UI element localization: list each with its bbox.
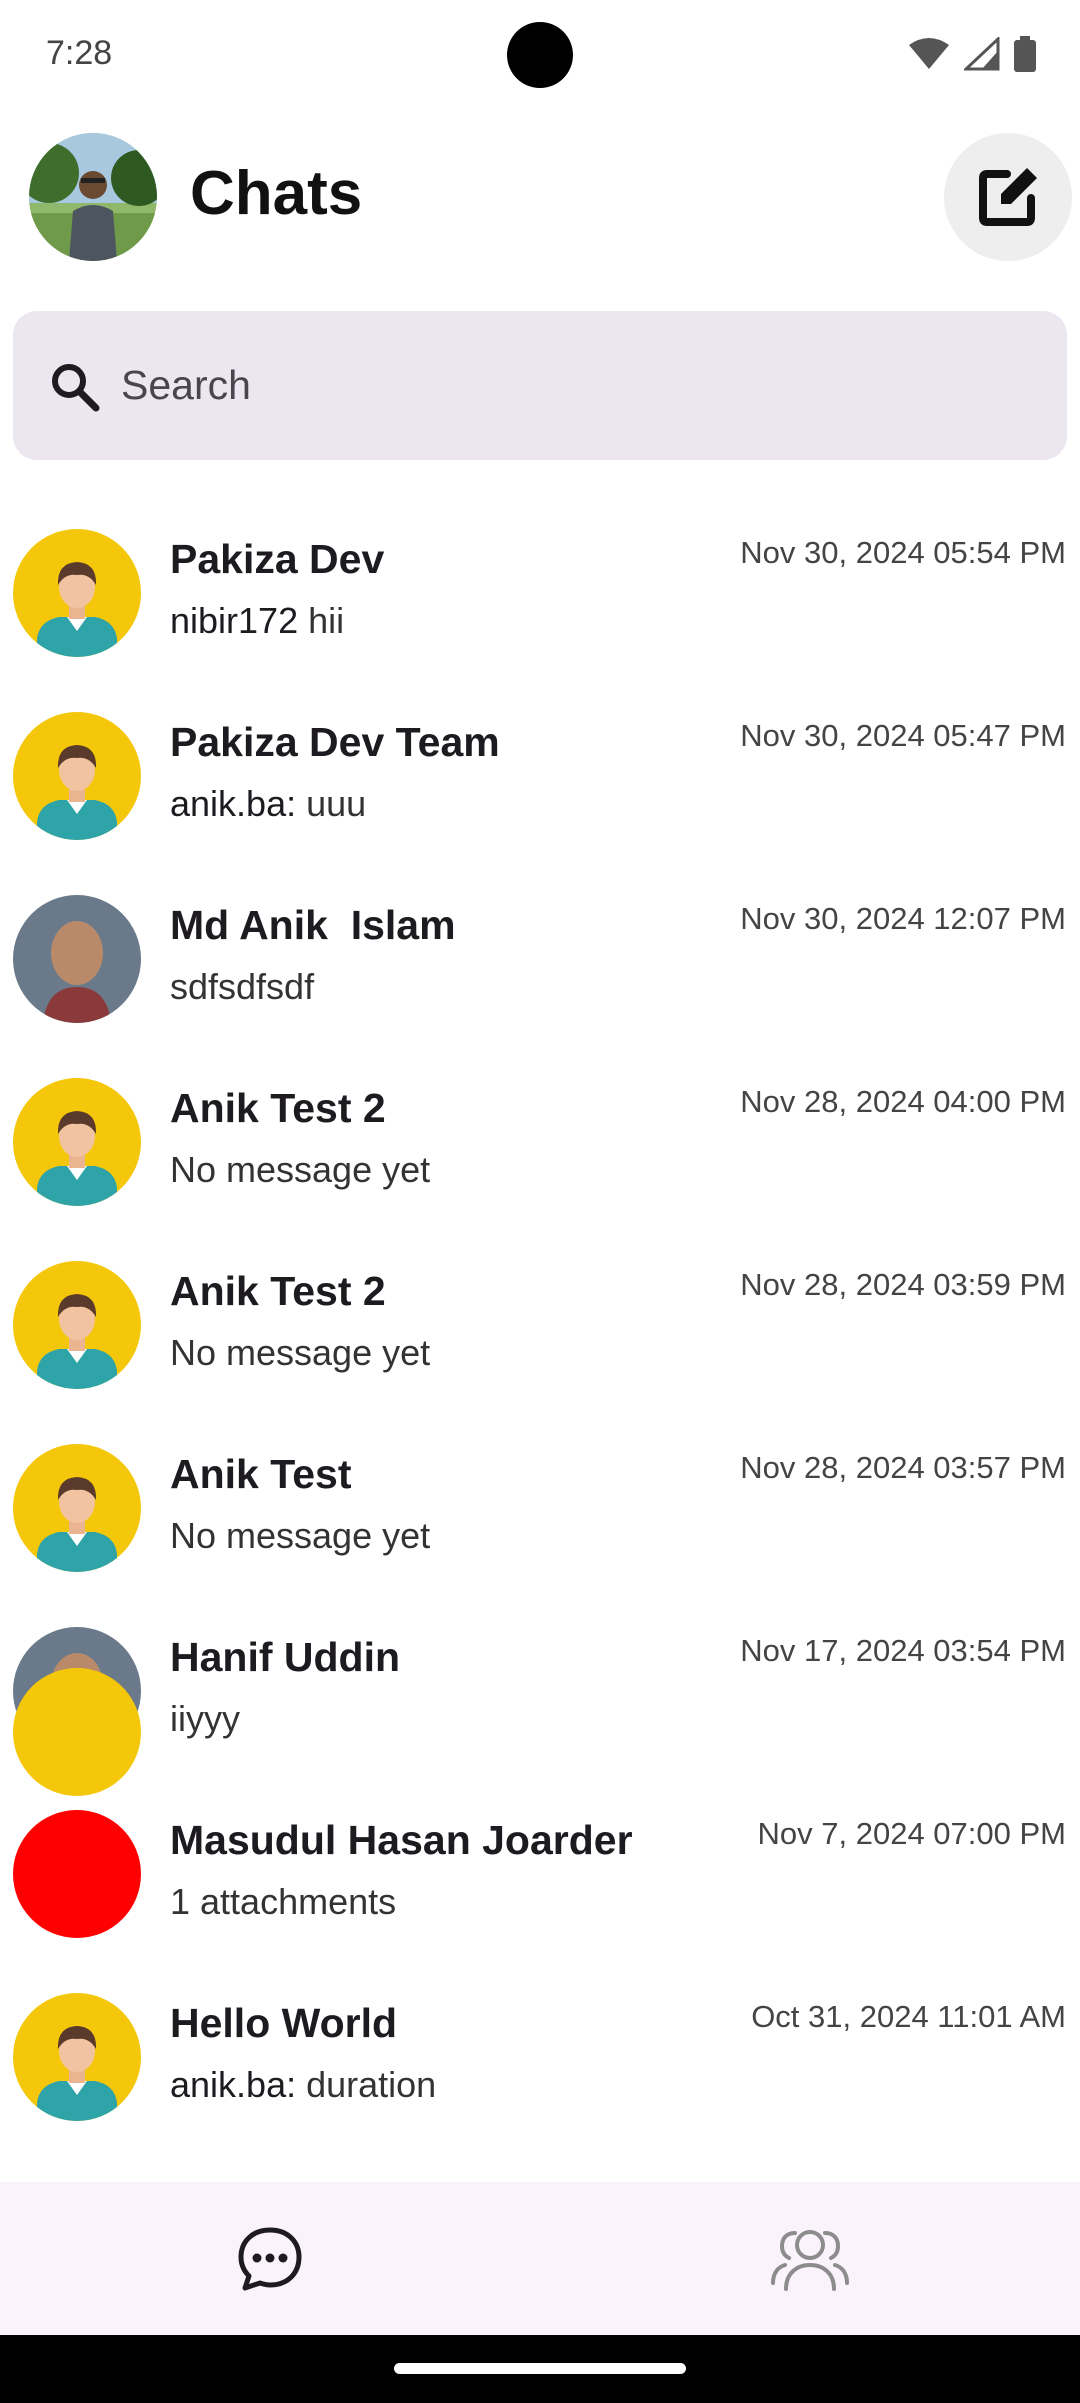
chat-name: Pakiza Dev xyxy=(170,536,385,582)
chat-list-item[interactable]: Anik Test 2 Nov 28, 2024 03:59 PM No messa… xyxy=(0,1242,1080,1425)
chat-name: Md Anik Islam xyxy=(170,902,456,948)
page-title: Chats xyxy=(190,159,363,228)
chat-timestamp: Nov 17, 2024 03:54 PM xyxy=(740,1633,1066,1668)
message-text: sdfsdfsdf xyxy=(170,966,315,1007)
message-sender: anik.ba: xyxy=(170,783,297,824)
status-bar: 7:28 xyxy=(0,0,1080,110)
message-text: uuu xyxy=(306,783,367,824)
message-text: hii xyxy=(308,600,345,641)
avatar xyxy=(13,895,141,1023)
compose-button[interactable] xyxy=(944,133,1072,261)
nav-chats[interactable] xyxy=(0,2182,540,2335)
default-avatar-image xyxy=(13,1444,141,1572)
default-avatar-image xyxy=(13,712,141,840)
chat-timestamp: Nov 30, 2024 12:07 PM xyxy=(740,901,1066,936)
message-text: No message yet xyxy=(170,1515,431,1556)
chat-timestamp: Nov 28, 2024 04:00 PM xyxy=(740,1084,1066,1119)
chat-timestamp: Nov 7, 2024 07:00 PM xyxy=(757,1816,1066,1851)
chat-timestamp: Nov 30, 2024 05:47 PM xyxy=(740,718,1066,753)
chat-list-item[interactable]: Pakiza Dev Team Nov 30, 2024 05:47 PM anik… xyxy=(0,693,1080,876)
chat-last-message: anik.ba: uuu xyxy=(170,783,366,825)
chat-name: Hello World xyxy=(170,2000,398,2046)
status-time: 7:28 xyxy=(46,34,113,72)
chat-list-item[interactable]: Anik Test 2 Nov 28, 2024 04:00 PM No messa… xyxy=(0,1059,1080,1242)
avatar xyxy=(13,529,141,657)
status-icons xyxy=(908,36,1036,72)
chat-name: Anik Test 2 xyxy=(170,1268,386,1314)
chat-list-item[interactable]: Masudul Hasan Joarder Nov 7, 2024 07:00 P… xyxy=(0,1791,1080,1974)
edit-icon xyxy=(979,168,1037,226)
message-text: 1 attachments xyxy=(170,1881,397,1922)
chat-name: Pakiza Dev Team xyxy=(170,719,500,765)
chat-list-item[interactable]: Hello World Oct 31, 2024 11:01 AM anik.ba:… xyxy=(0,1974,1080,2157)
default-avatar-image xyxy=(13,1993,141,2121)
chat-name: Masudul Hasan Joarder xyxy=(170,1817,633,1863)
battery-icon xyxy=(1014,36,1036,72)
message-text: iiyyy xyxy=(170,1698,240,1739)
nav-people[interactable] xyxy=(540,2182,1080,2335)
default-avatar-image xyxy=(13,1261,141,1389)
message-text: duration xyxy=(306,2064,437,2105)
chat-name: Hanif Uddin xyxy=(170,1634,401,1680)
avatar xyxy=(13,712,141,840)
chat-list-item[interactable]: Md Anik Islam Nov 30, 2024 12:07 PM sdfsdf… xyxy=(0,876,1080,1059)
avatar xyxy=(13,1668,141,1796)
chat-last-message: 1 attachments xyxy=(170,1881,396,1923)
profile-avatar[interactable] xyxy=(29,133,157,261)
search-icon xyxy=(52,364,100,412)
chat-last-message: nibir172 hii xyxy=(170,600,344,642)
photo-avatar-image xyxy=(13,895,141,1023)
chat-name: Anik Test 2 xyxy=(170,1085,386,1131)
app-header: Chats xyxy=(0,130,1080,265)
chat-timestamp: Oct 31, 2024 11:01 AM xyxy=(751,1999,1066,2034)
avatar xyxy=(13,1810,141,1938)
search-bar[interactable] xyxy=(13,311,1067,460)
message-text: No message yet xyxy=(170,1332,431,1373)
default-avatar-image xyxy=(13,529,141,657)
avatar xyxy=(13,1993,141,2121)
avatar xyxy=(13,1444,141,1572)
avatar xyxy=(13,1261,141,1389)
chat-last-message: No message yet xyxy=(170,1149,430,1191)
chat-last-message: anik.ba: duration xyxy=(170,2064,436,2106)
search-input[interactable] xyxy=(121,311,1021,460)
chat-list-item[interactable]: Pakiza Dev Nov 30, 2024 05:54 PM nibir172 … xyxy=(0,510,1080,693)
message-text: No message yet xyxy=(170,1149,431,1190)
default-avatar-image xyxy=(13,1078,141,1206)
home-gesture-handle[interactable] xyxy=(394,2363,686,2374)
front-camera xyxy=(507,22,573,88)
chat-list-item[interactable]: Anik Test Nov 28, 2024 03:57 PM No message… xyxy=(0,1425,1080,1608)
red-avatar-image xyxy=(13,1810,141,1938)
message-sender: nibir172 xyxy=(170,600,299,641)
bottom-nav xyxy=(0,2182,1080,2335)
chat-last-message: No message yet xyxy=(170,1515,430,1557)
chat-name: Anik Test xyxy=(170,1451,352,1497)
chat-timestamp: Nov 28, 2024 03:57 PM xyxy=(740,1450,1066,1485)
profile-photo xyxy=(29,133,157,261)
chat-list-item[interactable]: Hanif Uddin Nov 17, 2024 03:54 PM iiyyy xyxy=(0,1608,1080,1791)
avatar xyxy=(13,1078,141,1206)
people-icon xyxy=(771,2229,849,2291)
message-sender: anik.ba: xyxy=(170,2064,297,2105)
chat-bubble-icon xyxy=(238,2227,302,2290)
chat-list: Pakiza Dev Nov 30, 2024 05:54 PM nibir172 … xyxy=(0,510,1080,2182)
chat-last-message: iiyyy xyxy=(170,1698,240,1740)
signal-icon xyxy=(964,37,1000,71)
chat-last-message: sdfsdfsdf xyxy=(170,966,314,1008)
wifi-icon xyxy=(909,38,949,69)
chat-last-message: No message yet xyxy=(170,1332,430,1374)
chat-timestamp: Nov 28, 2024 03:59 PM xyxy=(740,1267,1066,1302)
chat-timestamp: Nov 30, 2024 05:54 PM xyxy=(740,535,1066,570)
